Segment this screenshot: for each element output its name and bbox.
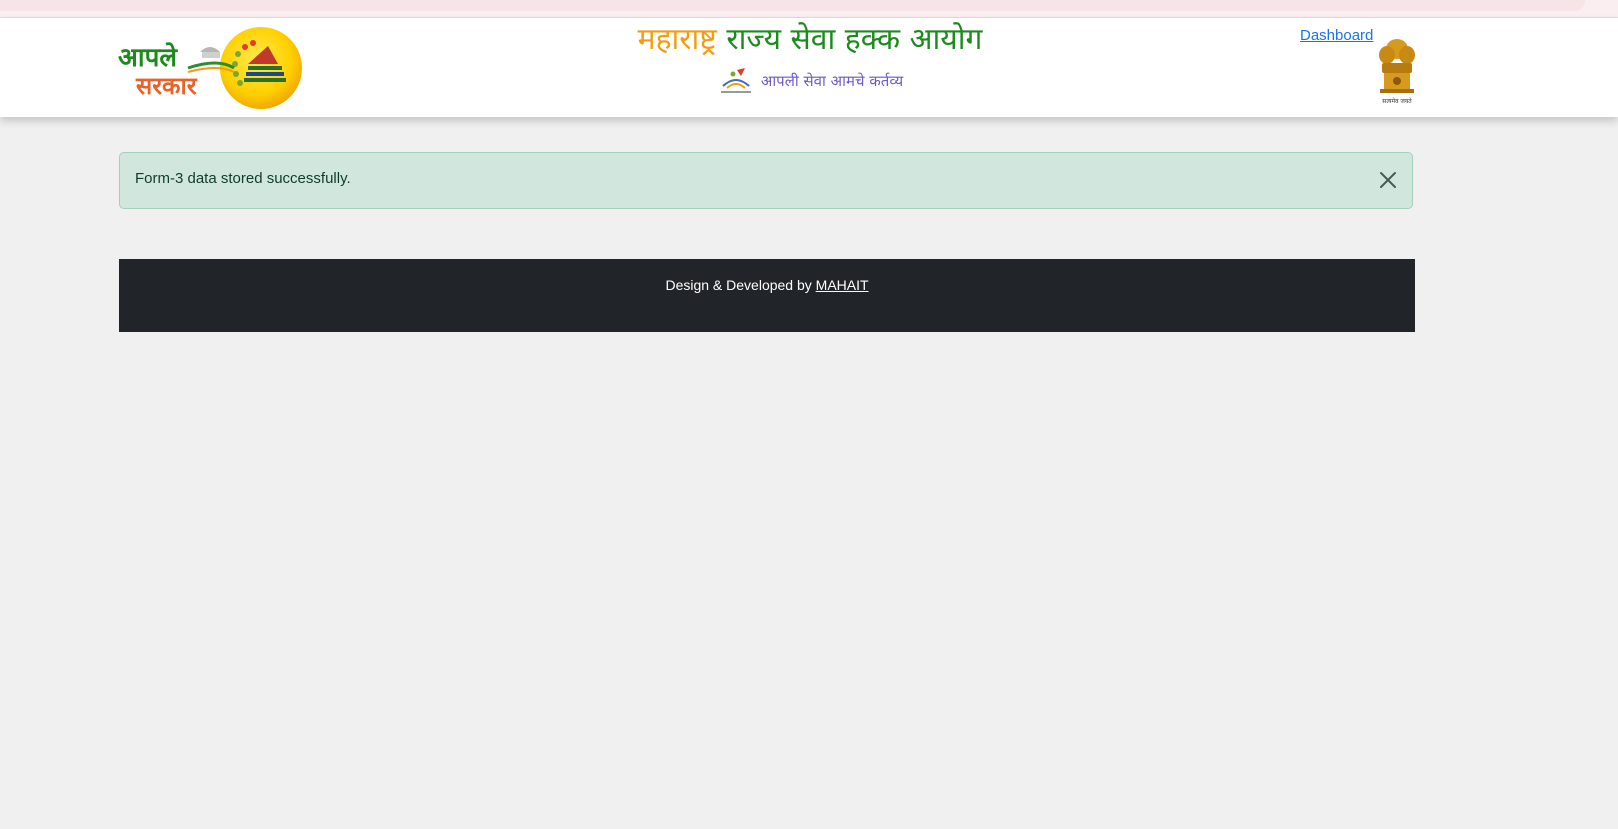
close-icon[interactable] — [1378, 170, 1398, 190]
success-alert: Form-3 data stored successfully. — [119, 152, 1413, 209]
aaple-sarkar-logo: आपले सरकार — [118, 27, 302, 109]
emblem-caption: सत्यमेव जयते — [1382, 97, 1412, 105]
page-title: महाराष्ट्र राज्य सेवा हक्क आयोग — [560, 20, 1060, 60]
dashboard-link[interactable]: Dashboard — [1300, 27, 1373, 44]
title-part-commission: राज्य सेवा हक्क आयोग — [726, 22, 983, 57]
mahait-link[interactable]: MAHAIT — [816, 277, 869, 293]
title-block: महाराष्ट्र राज्य सेवा हक्क आयोग आपली सेव… — [560, 18, 1060, 96]
title-part-maharashtra: महाराष्ट्र — [637, 22, 717, 57]
national-emblem-icon: सत्यमेव जयते — [1379, 39, 1415, 105]
footer-prefix: Design & Developed by — [665, 277, 812, 293]
alert-message: Form-3 data stored successfully. — [135, 170, 351, 187]
address-bar[interactable] — [0, 0, 1585, 11]
commission-logo-icon — [720, 68, 751, 93]
browser-address-strip — [0, 0, 1618, 18]
site-header: आपले सरकार महाराष्ट्र राज्य सेवा हक्क आय… — [0, 18, 1618, 117]
logo-text-bottom: सरकार — [135, 72, 198, 100]
subtitle-row: आपली सेवा आमचे कर्तव्य — [560, 66, 1060, 96]
site-footer: Design & Developed by MAHAIT — [119, 259, 1415, 332]
subtitle-tagline: आपली सेवा आमचे कर्तव्य — [760, 72, 904, 90]
logo-text-top: आपले — [118, 42, 178, 73]
footer-credit: Design & Developed by MAHAIT — [665, 277, 868, 293]
